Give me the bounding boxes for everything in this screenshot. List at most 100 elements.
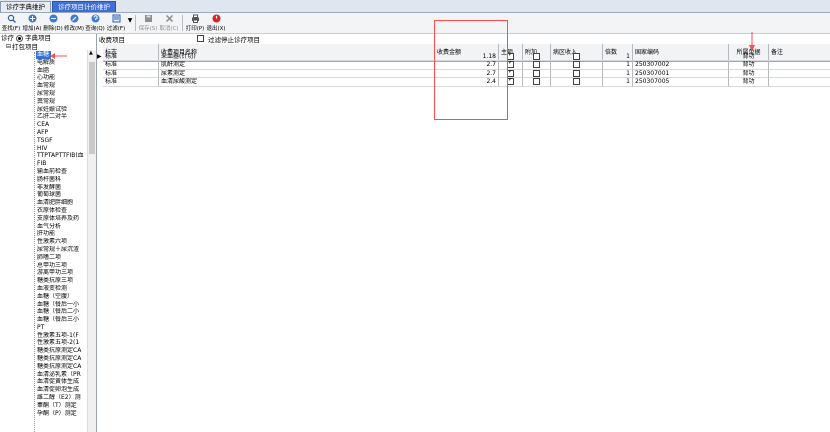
grid-cell-ward[interactable]: [551, 69, 603, 78]
tree-item[interactable]: 尿常规: [0, 90, 87, 98]
grid-cell-mult[interactable]: 1: [603, 61, 633, 70]
grid-cell-doc[interactable]: 背功: [729, 78, 769, 87]
delete-button[interactable]: 删除(D): [43, 13, 63, 33]
grid-cell-doc[interactable]: 背功: [729, 52, 769, 61]
tree-item[interactable]: 性激素五项-2(1: [0, 339, 87, 347]
tree-item[interactable]: 性激素六项: [0, 238, 87, 246]
save-button[interactable]: 保存(S): [138, 13, 158, 33]
tree-item[interactable]: 血糖（餐后三小: [0, 316, 87, 324]
grid-cell-name[interactable]: 尿素测定: [159, 69, 435, 78]
tree-item[interactable]: 总甲功三项: [0, 262, 87, 270]
tree-item[interactable]: 电解质: [0, 59, 87, 67]
tree-item[interactable]: 心功能: [0, 74, 87, 82]
main-checkbox[interactable]: [507, 70, 514, 77]
tree-item[interactable]: CEA: [0, 121, 87, 129]
find-button[interactable]: 查找(F): [1, 13, 21, 33]
extra-checkbox[interactable]: [533, 69, 540, 77]
tree-item[interactable]: 肠杆菌科: [0, 176, 87, 184]
grid-cell-doc[interactable]: 背功: [729, 69, 769, 78]
main-checkbox[interactable]: [507, 78, 514, 86]
grid-cell-extra[interactable]: [523, 78, 551, 87]
tree-item[interactable]: 葡萄球菌: [0, 191, 87, 199]
main-checkbox[interactable]: [507, 53, 514, 60]
main-checkbox[interactable]: [507, 61, 514, 69]
extra-checkbox[interactable]: [533, 61, 540, 69]
grid-cell-name[interactable]: 采血器(针切): [159, 52, 435, 61]
exit-button[interactable]: 退出(X): [206, 13, 226, 33]
tree-item[interactable]: 支原体培养及药: [0, 215, 87, 223]
grid-cell-code[interactable]: 250307002: [633, 61, 729, 70]
grid-cell-ward[interactable]: [551, 78, 603, 87]
tab-dictionary[interactable]: 诊疗字典维护: [0, 1, 51, 12]
grid-cell-extra[interactable]: [523, 61, 551, 70]
tree-root-package[interactable]: ⊟ 打包项目: [0, 43, 96, 51]
tree-item[interactable]: 肺嗜二项: [0, 254, 87, 262]
grid-cell-flag[interactable]: 标准: [103, 78, 159, 87]
grid-cell-code[interactable]: 250307001: [633, 69, 729, 78]
tree-item[interactable]: 血脂: [0, 67, 87, 75]
tree-item[interactable]: FIB: [0, 160, 87, 168]
tree-item[interactable]: 血常规: [0, 82, 87, 90]
filter-stopped-checkbox[interactable]: [197, 35, 204, 42]
ward-checkbox[interactable]: [573, 52, 580, 60]
tree-item[interactable]: 粪常规: [0, 98, 87, 106]
grid-cell-name[interactable]: 血清尿酸测定: [159, 78, 435, 87]
tree-item[interactable]: 血清促黄体生成: [0, 378, 87, 386]
tree-item[interactable]: 雌二醇（E2）测: [0, 394, 87, 402]
tree-item[interactable]: AFP: [0, 129, 87, 137]
grid-cell-note[interactable]: [769, 53, 830, 61]
tree-item[interactable]: TSGF: [0, 137, 87, 145]
tree-item[interactable]: 血清促卵泡生成: [0, 386, 87, 394]
tree-item[interactable]: 糖类抗原测定CA: [0, 347, 87, 355]
tree-item[interactable]: 游离甲功三项: [0, 269, 87, 277]
mode-radio-dictionary[interactable]: [16, 35, 23, 42]
tree-item[interactable]: 衣原体检查: [0, 207, 87, 215]
grid-cell-mult[interactable]: 1: [603, 69, 633, 78]
grid-cell-doc[interactable]: 背功: [729, 61, 769, 70]
tree-item[interactable]: 孕酮（P）测定: [0, 410, 87, 418]
grid-cell-extra[interactable]: [523, 52, 551, 61]
tree-item[interactable]: 血气分析: [0, 223, 87, 231]
tree-item[interactable]: 血糖（餐后二小: [0, 308, 87, 316]
grid-cell-ward[interactable]: [551, 52, 603, 61]
query-button[interactable]: 查询(Q): [85, 13, 105, 33]
tab-pricing[interactable]: 诊疗项目计价维护: [52, 1, 116, 12]
tree-item[interactable]: 尿妊娠试验: [0, 106, 87, 114]
tree-item[interactable]: 血糖: [36, 51, 51, 59]
tree-item[interactable]: 血糖（餐后一小: [0, 301, 87, 309]
grid-cell-flag[interactable]: 标准: [103, 69, 159, 78]
tree-item[interactable]: 尿常规＋尿沉渣: [0, 246, 87, 254]
grid-cell-note[interactable]: [769, 61, 830, 70]
tree-item[interactable]: 睾酮（T）测定: [0, 402, 87, 410]
scrollbar-thumb[interactable]: [89, 62, 95, 154]
edit-button[interactable]: 修改(M): [64, 13, 84, 33]
grid-cell-ward[interactable]: [551, 61, 603, 70]
tree-item[interactable]: 血糖（空腹）: [0, 293, 87, 301]
grid-cell-name[interactable]: 肌酐测定: [159, 61, 435, 70]
tree-item[interactable]: TTPTAPTTFIB(血: [0, 152, 87, 160]
tree-item[interactable]: 血清泌乳素（PR: [0, 371, 87, 379]
tree-item[interactable]: 血清肥胖细胞: [0, 199, 87, 207]
grid-cell-flag[interactable]: 标准: [103, 52, 159, 61]
scroll-up-icon[interactable]: ▲: [89, 50, 93, 56]
ward-checkbox[interactable]: [573, 61, 580, 69]
extra-checkbox[interactable]: [533, 52, 540, 60]
cancel-button[interactable]: 取消(C): [159, 13, 179, 33]
ward-checkbox[interactable]: [573, 69, 580, 77]
grid-cell-mult[interactable]: 1: [603, 52, 633, 61]
tree-expand-icon[interactable]: ⊟: [6, 43, 11, 51]
tree-item[interactable]: 肝功能: [0, 230, 87, 238]
tree-item[interactable]: HIV: [0, 145, 87, 153]
grid-cell-note[interactable]: [769, 70, 830, 78]
grid-cell-code[interactable]: 250307005: [633, 78, 729, 87]
extra-checkbox[interactable]: [533, 78, 540, 86]
tree-item[interactable]: 性激素五项-1(F: [0, 332, 87, 340]
tree-item[interactable]: 输血前检查: [0, 168, 87, 176]
grid-cell-code[interactable]: [633, 52, 729, 61]
tree-item[interactable]: 糖类抗原测定CA: [0, 355, 87, 363]
tree-item[interactable]: 糖类抗原三项: [0, 277, 87, 285]
grid-cell-flag[interactable]: 标准: [103, 61, 159, 70]
tree-item[interactable]: PT: [0, 324, 87, 332]
grid-cell-note[interactable]: [769, 78, 830, 87]
filter-button[interactable]: 过滤(F): [106, 13, 126, 33]
